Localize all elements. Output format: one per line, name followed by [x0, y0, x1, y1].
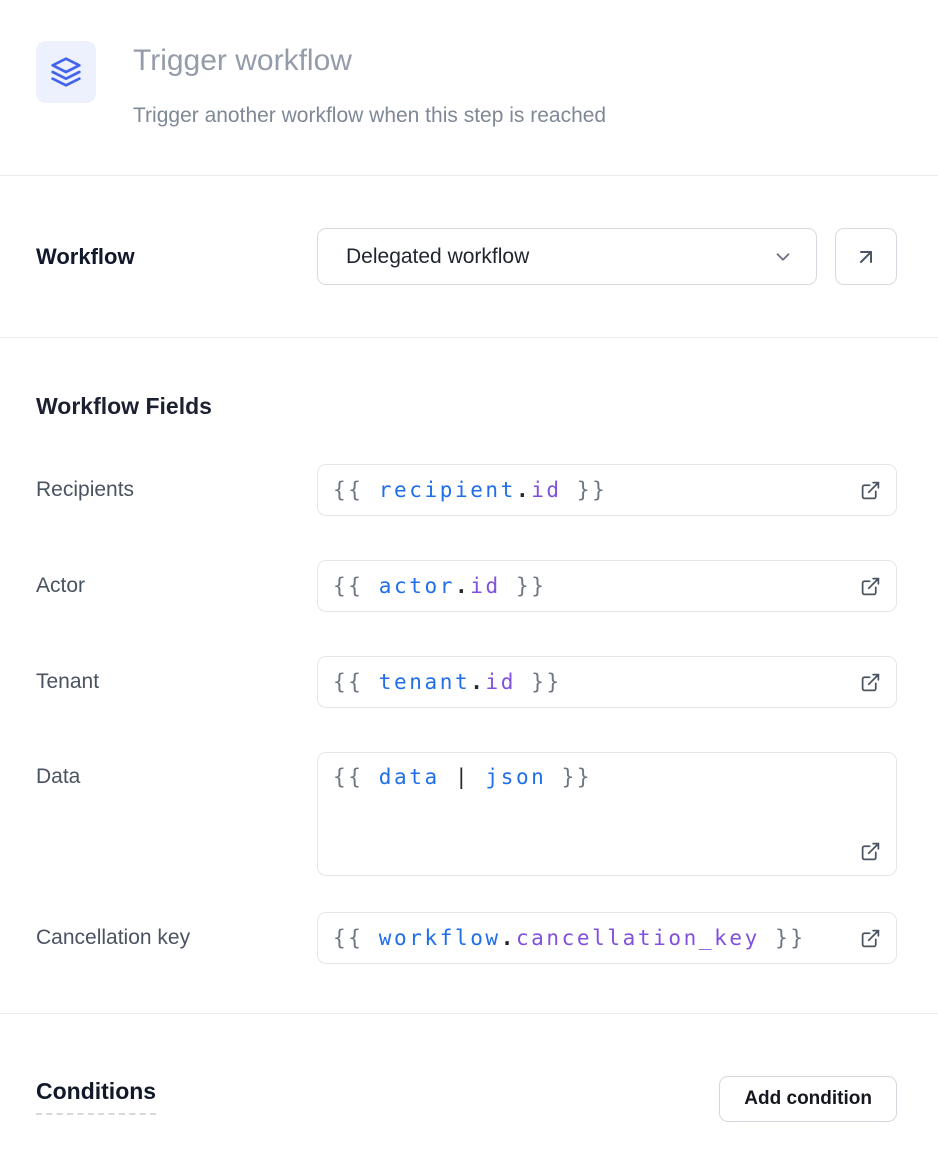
field-row-cancellation-key: Cancellation key {{ workflow.cancellatio…	[36, 912, 897, 964]
field-label: Data	[36, 752, 317, 789]
arrow-up-right-icon	[854, 245, 878, 269]
cancellation-key-input[interactable]: {{ workflow.cancellation_key }}	[317, 912, 897, 964]
field-row-data: Data {{ data | json }}	[36, 752, 897, 876]
conditions-section: Conditions Add condition	[0, 1014, 938, 1122]
field-label: Cancellation key	[36, 926, 317, 950]
external-link-icon[interactable]	[850, 576, 881, 597]
field-label: Recipients	[36, 478, 317, 502]
layers-icon	[50, 56, 82, 88]
workflow-row: Workflow Delegated workflow	[0, 176, 938, 338]
external-link-icon[interactable]	[850, 672, 881, 693]
workflow-select[interactable]: Delegated workflow	[317, 228, 817, 285]
tenant-input[interactable]: {{ tenant.id }}	[317, 656, 897, 708]
field-row-actor: Actor {{ actor.id }}	[36, 560, 897, 612]
step-header: Trigger workflow Trigger another workflo…	[0, 0, 938, 176]
external-link-icon[interactable]	[850, 928, 881, 949]
workflow-label: Workflow	[36, 228, 317, 285]
conditions-heading: Conditions	[36, 1072, 156, 1115]
workflow-fields-heading: Workflow Fields	[36, 393, 897, 419]
add-condition-button[interactable]: Add condition	[719, 1076, 897, 1122]
step-icon-badge	[36, 41, 96, 103]
external-link-icon[interactable]	[860, 841, 881, 862]
actor-input[interactable]: {{ actor.id }}	[317, 560, 897, 612]
field-row-recipients: Recipients {{ recipient.id }}	[36, 464, 897, 516]
field-label: Tenant	[36, 670, 317, 694]
open-workflow-button[interactable]	[835, 228, 897, 285]
liquid-expression: {{ workflow.cancellation_key }}	[333, 926, 806, 950]
data-textarea[interactable]: {{ data | json }}	[317, 752, 897, 876]
chevron-down-icon	[772, 246, 794, 268]
liquid-expression: {{ data | json }}	[333, 765, 592, 789]
liquid-expression: {{ actor.id }}	[333, 574, 546, 598]
recipients-input[interactable]: {{ recipient.id }}	[317, 464, 897, 516]
step-subtitle: Trigger another workflow when this step …	[133, 103, 606, 129]
workflow-fields-section: Workflow Fields Recipients {{ recipient.…	[0, 338, 938, 1014]
step-title[interactable]: Trigger workflow	[133, 43, 606, 79]
liquid-expression: {{ recipient.id }}	[333, 478, 607, 502]
external-link-icon[interactable]	[850, 480, 881, 501]
workflow-select-value: Delegated workflow	[346, 245, 772, 269]
liquid-expression: {{ tenant.id }}	[333, 670, 562, 694]
field-row-tenant: Tenant {{ tenant.id }}	[36, 656, 897, 708]
field-label: Actor	[36, 574, 317, 598]
